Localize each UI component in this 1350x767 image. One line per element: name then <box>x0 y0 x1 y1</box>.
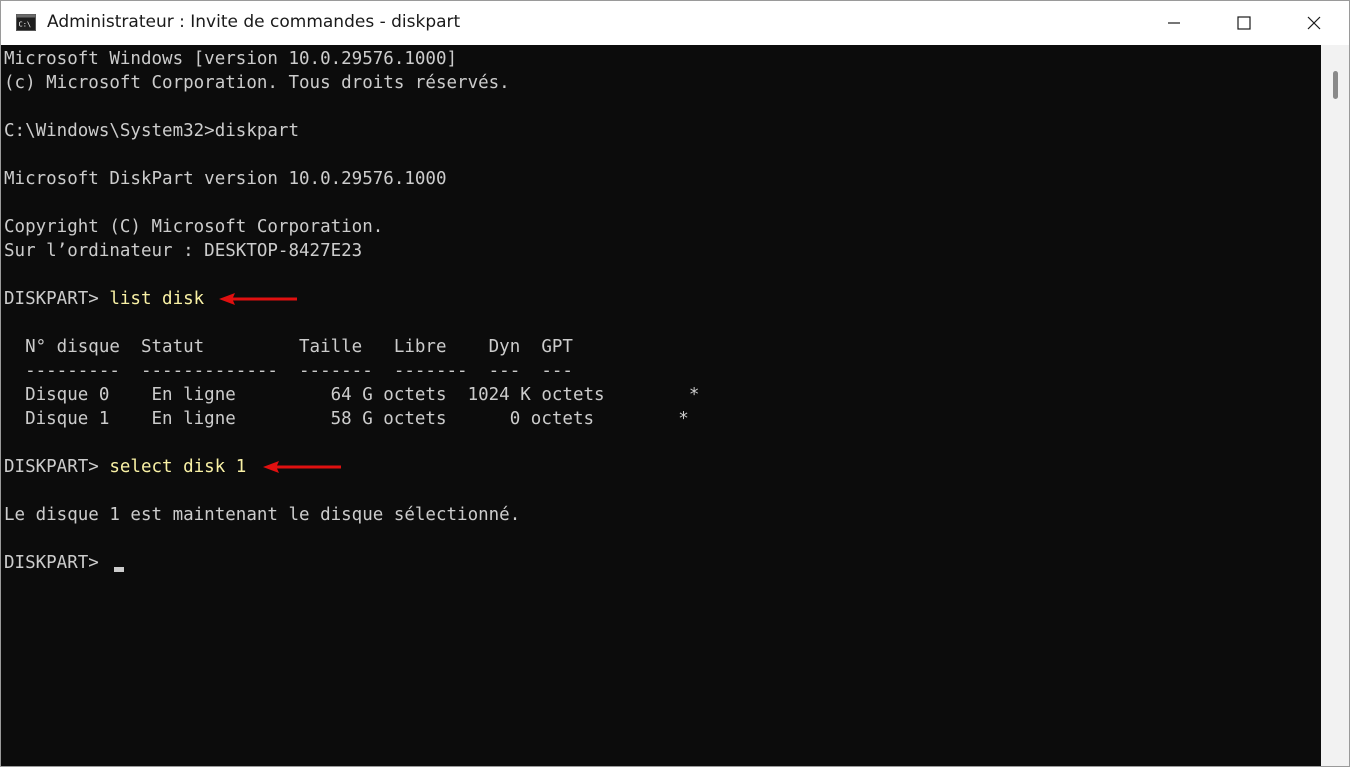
red-arrow-icon <box>263 461 341 473</box>
diskpart-input-line[interactable]: DISKPART> <box>4 551 109 575</box>
red-arrow-icon <box>219 293 297 305</box>
diskpart-command-line: DISKPART> list disk <box>4 287 204 311</box>
console-line: Sur l’ordinateur : DESKTOP-8427E23 <box>4 241 363 261</box>
vertical-scrollbar[interactable] <box>1321 45 1349 766</box>
disk-table-row: Disque 0 En ligne 64 G octets 1024 K oct… <box>4 385 700 405</box>
console-line: Microsoft Windows [version 10.0.29576.10… <box>4 49 458 69</box>
close-button[interactable] <box>1279 1 1349 45</box>
console-line: Le disque 1 est maintenant le disque sél… <box>4 505 521 525</box>
console-line: Microsoft DiskPart version 10.0.29576.10… <box>4 169 447 189</box>
console-line: (c) Microsoft Corporation. Tous droits r… <box>4 73 510 93</box>
maximize-button[interactable] <box>1209 1 1279 45</box>
console-output[interactable]: Microsoft Windows [version 10.0.29576.10… <box>1 45 1321 766</box>
cmd-icon: C:\ <box>16 14 36 31</box>
svg-text:C:\: C:\ <box>19 21 32 29</box>
maximize-icon <box>1237 16 1251 30</box>
diskpart-prompt: DISKPART> <box>4 457 110 477</box>
disk-table-header: N° disque Statut Taille Libre Dyn GPT <box>4 337 573 357</box>
window-title: Administrateur : Invite de commandes - d… <box>47 12 461 32</box>
disk-table-separator: --------- ------------- ------- ------- … <box>4 361 573 381</box>
title-bar[interactable]: C:\ Administrateur : Invite de commandes… <box>1 1 1349 45</box>
console-line: Copyright (C) Microsoft Corporation. <box>4 217 384 237</box>
list-disk-command: list disk <box>109 289 205 309</box>
select-disk-command: select disk 1 <box>109 457 247 477</box>
diskpart-command-line: DISKPART> select disk 1 <box>4 455 246 479</box>
command-prompt-window: C:\ Administrateur : Invite de commandes… <box>0 0 1350 767</box>
close-icon <box>1307 16 1321 30</box>
text-cursor <box>114 567 124 572</box>
minimize-button[interactable] <box>1139 1 1209 45</box>
scrollbar-thumb[interactable] <box>1333 71 1338 99</box>
diskpart-prompt: DISKPART> <box>4 289 110 309</box>
console-line: C:\Windows\System32>diskpart <box>4 121 300 141</box>
disk-table-row: Disque 1 En ligne 58 G octets 0 octets * <box>4 409 689 429</box>
minimize-icon <box>1168 22 1180 24</box>
diskpart-prompt: DISKPART> <box>4 553 110 573</box>
